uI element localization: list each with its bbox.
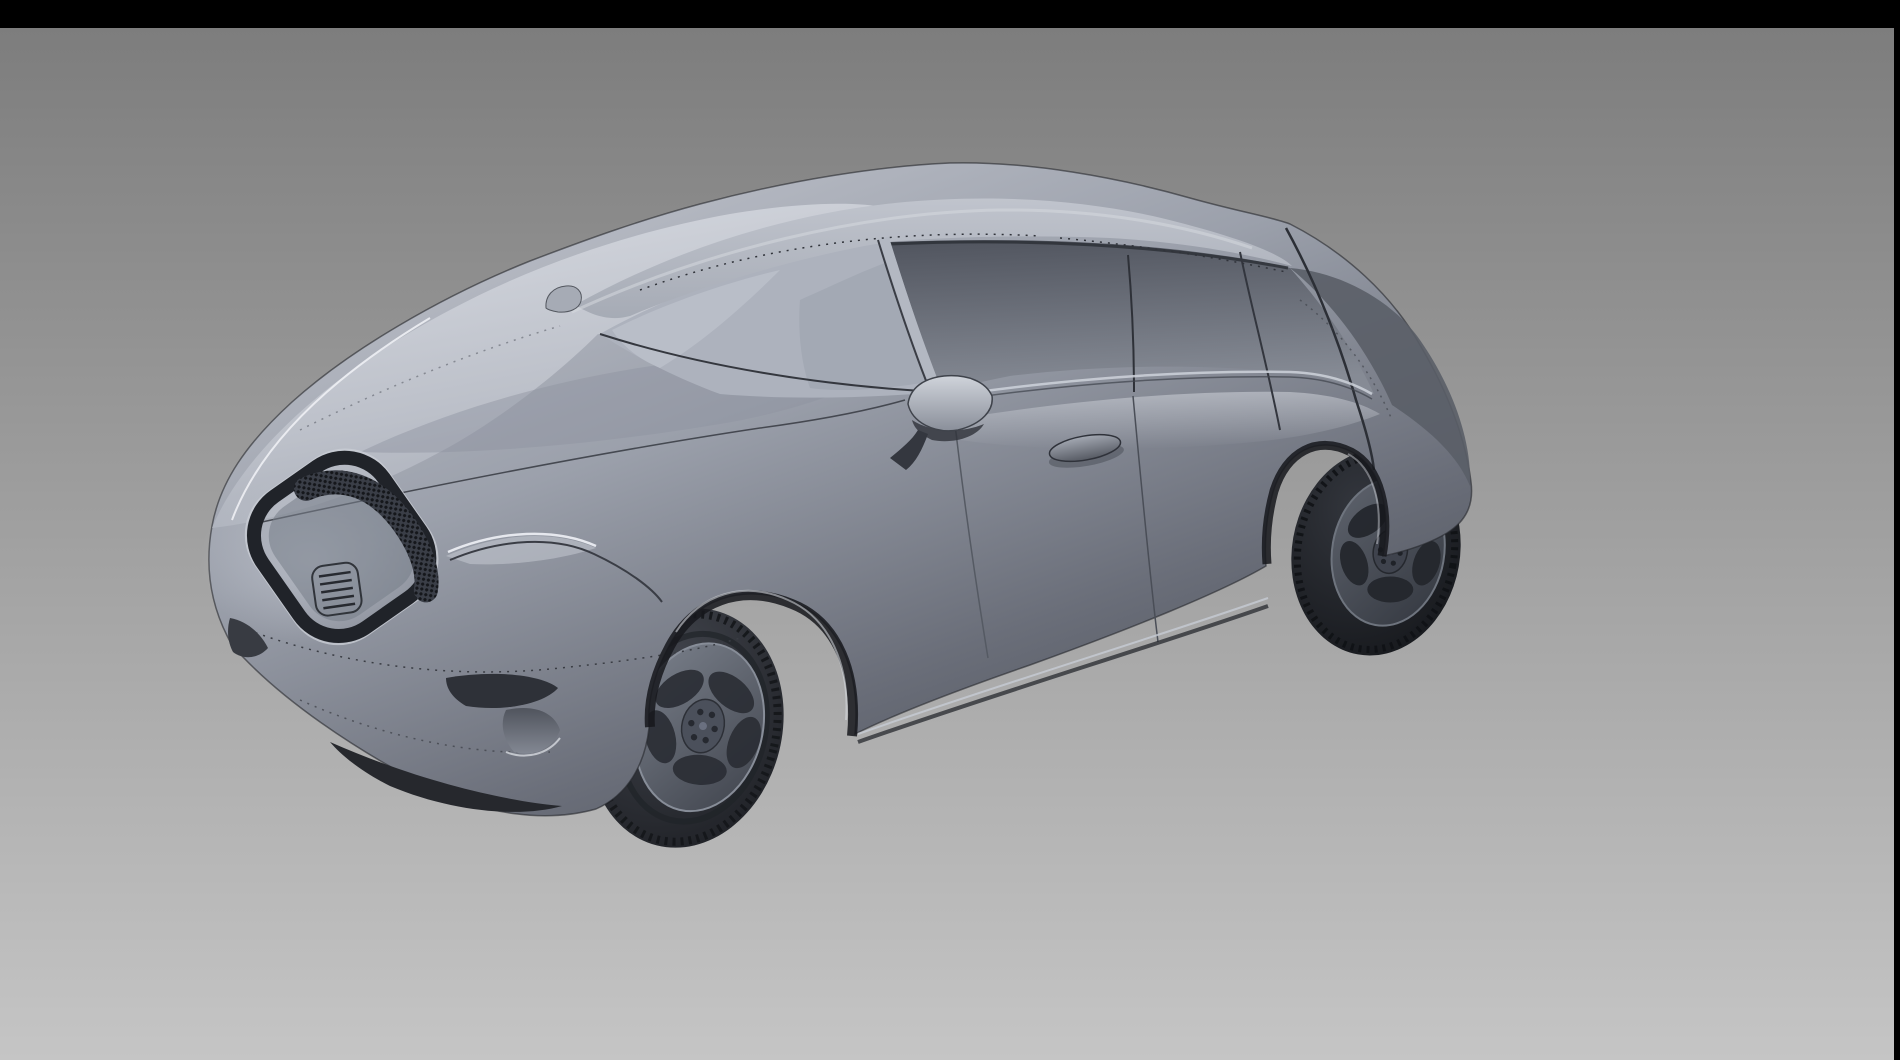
3d-viewport[interactable]: [0, 28, 1894, 1060]
right-letterbox-bar: [1894, 0, 1900, 1060]
car-3d-model: [0, 0, 1900, 1060]
top-letterbox-bar: [0, 0, 1900, 28]
app-window: [0, 0, 1900, 1060]
